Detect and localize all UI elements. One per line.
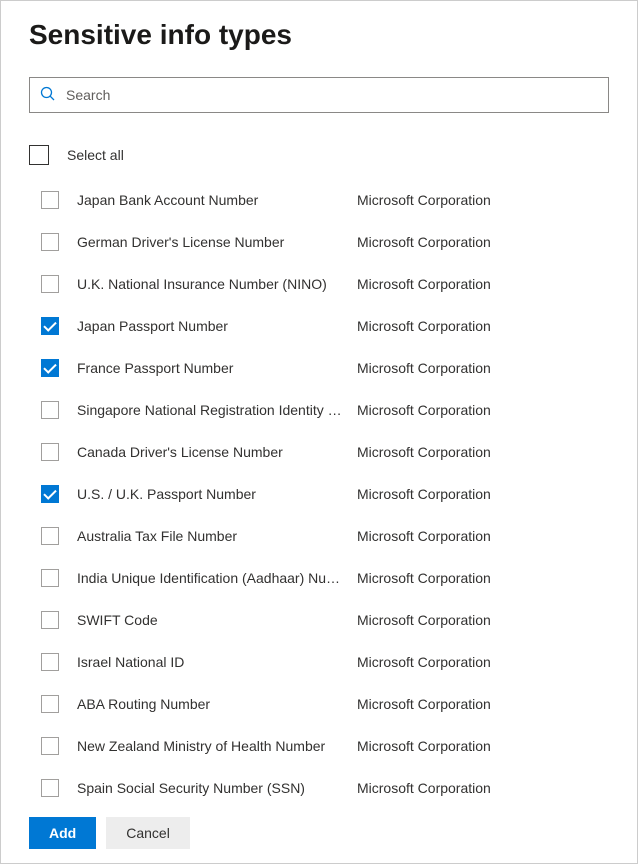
item-publisher: Microsoft Corporation xyxy=(357,696,491,712)
search-icon xyxy=(40,86,56,105)
item-name: German Driver's License Number xyxy=(77,234,347,250)
item-publisher: Microsoft Corporation xyxy=(357,486,491,502)
list-item[interactable]: ABA Routing Number Microsoft Corporation xyxy=(29,683,637,725)
items-list[interactable]: Japan Bank Account Number Microsoft Corpo… xyxy=(1,179,637,802)
list-item[interactable]: Australia Tax File Number Microsoft Corpo… xyxy=(29,515,637,557)
item-publisher: Microsoft Corporation xyxy=(357,234,491,250)
item-publisher: Microsoft Corporation xyxy=(357,318,491,334)
item-name: Spain Social Security Number (SSN) xyxy=(77,780,347,796)
item-checkbox[interactable] xyxy=(41,401,59,419)
item-checkbox[interactable] xyxy=(41,653,59,671)
list-item[interactable]: German Driver's License Number Microsoft … xyxy=(29,221,637,263)
cancel-button[interactable]: Cancel xyxy=(106,817,190,849)
item-checkbox[interactable] xyxy=(41,611,59,629)
item-checkbox[interactable] xyxy=(41,443,59,461)
item-checkbox[interactable] xyxy=(41,527,59,545)
footer: Add Cancel xyxy=(1,802,637,863)
item-name: Australia Tax File Number xyxy=(77,528,347,544)
list-item[interactable]: France Passport Number Microsoft Corporat… xyxy=(29,347,637,389)
list-item[interactable]: Japan Bank Account Number Microsoft Corpo… xyxy=(29,179,637,221)
item-name: Japan Bank Account Number xyxy=(77,192,347,208)
item-checkbox[interactable] xyxy=(41,359,59,377)
page-title: Sensitive info types xyxy=(29,19,609,51)
select-all-checkbox[interactable] xyxy=(29,145,49,165)
item-publisher: Microsoft Corporation xyxy=(357,276,491,292)
item-publisher: Microsoft Corporation xyxy=(357,780,491,796)
item-name: Singapore National Registration Identity… xyxy=(77,402,347,418)
item-name: SWIFT Code xyxy=(77,612,347,628)
list-item[interactable]: Spain Social Security Number (SSN) Micros… xyxy=(29,767,637,802)
item-name: U.S. / U.K. Passport Number xyxy=(77,486,347,502)
select-all-row: Select all xyxy=(1,121,637,179)
item-publisher: Microsoft Corporation xyxy=(357,402,491,418)
search-box[interactable] xyxy=(29,77,609,113)
search-input[interactable] xyxy=(66,87,598,103)
list-item[interactable]: Canada Driver's License Number Microsoft … xyxy=(29,431,637,473)
item-publisher: Microsoft Corporation xyxy=(357,528,491,544)
item-checkbox[interactable] xyxy=(41,737,59,755)
list-item[interactable]: Japan Passport Number Microsoft Corporati… xyxy=(29,305,637,347)
item-name: U.K. National Insurance Number (NINO) xyxy=(77,276,347,292)
item-checkbox[interactable] xyxy=(41,485,59,503)
list-item[interactable]: SWIFT Code Microsoft Corporation xyxy=(29,599,637,641)
item-checkbox[interactable] xyxy=(41,233,59,251)
item-name: Israel National ID xyxy=(77,654,347,670)
item-checkbox[interactable] xyxy=(41,569,59,587)
item-publisher: Microsoft Corporation xyxy=(357,444,491,460)
list-item[interactable]: U.S. / U.K. Passport Number Microsoft Cor… xyxy=(29,473,637,515)
list-item[interactable]: India Unique Identification (Aadhaar) Nu… xyxy=(29,557,637,599)
list-item[interactable]: Singapore National Registration Identity… xyxy=(29,389,637,431)
item-publisher: Microsoft Corporation xyxy=(357,570,491,586)
list-item[interactable]: Israel National ID Microsoft Corporation xyxy=(29,641,637,683)
item-checkbox[interactable] xyxy=(41,191,59,209)
item-publisher: Microsoft Corporation xyxy=(357,612,491,628)
item-publisher: Microsoft Corporation xyxy=(357,738,491,754)
item-checkbox[interactable] xyxy=(41,275,59,293)
item-name: ABA Routing Number xyxy=(77,696,347,712)
item-name: Canada Driver's License Number xyxy=(77,444,347,460)
item-publisher: Microsoft Corporation xyxy=(357,654,491,670)
list-item[interactable]: New Zealand Ministry of Health Number Mic… xyxy=(29,725,637,767)
page-header: Sensitive info types xyxy=(1,1,637,61)
item-name: Japan Passport Number xyxy=(77,318,347,334)
item-publisher: Microsoft Corporation xyxy=(357,192,491,208)
select-all-label: Select all xyxy=(67,147,124,163)
item-checkbox[interactable] xyxy=(41,779,59,797)
list-item[interactable]: U.K. National Insurance Number (NINO) Mic… xyxy=(29,263,637,305)
item-name: New Zealand Ministry of Health Number xyxy=(77,738,347,754)
item-checkbox[interactable] xyxy=(41,695,59,713)
item-checkbox[interactable] xyxy=(41,317,59,335)
search-container xyxy=(1,61,637,121)
item-publisher: Microsoft Corporation xyxy=(357,360,491,376)
item-name: France Passport Number xyxy=(77,360,347,376)
item-name: India Unique Identification (Aadhaar) Nu… xyxy=(77,570,347,586)
add-button[interactable]: Add xyxy=(29,817,96,849)
